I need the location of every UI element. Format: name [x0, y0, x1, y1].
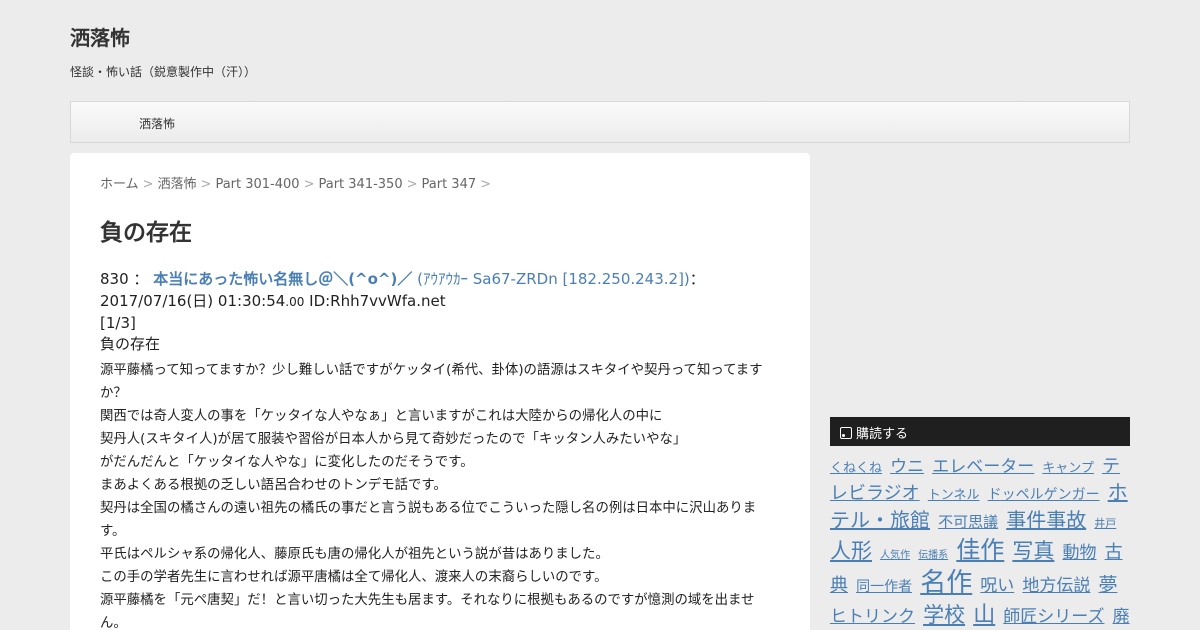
- tag-link[interactable]: 伝播系: [918, 550, 948, 561]
- tag-link[interactable]: 夢: [1098, 574, 1117, 596]
- tag-link[interactable]: ドッペルゲンガー: [988, 487, 1100, 503]
- tag-link[interactable]: 写真: [1012, 539, 1054, 563]
- breadcrumb: ホーム > 洒落怖 > Part 301-400 > Part 341-350 > Part 3…: [100, 173, 780, 193]
- tag-link[interactable]: 動物: [1062, 543, 1096, 563]
- post-subtitle: 負の存在: [100, 335, 161, 353]
- tag-link[interactable]: 佳作: [956, 536, 1004, 564]
- site-title[interactable]: 洒落怖: [70, 22, 130, 51]
- tag-link[interactable]: 名作: [920, 568, 972, 598]
- tag-link[interactable]: 不可思議: [938, 513, 998, 531]
- tag-link[interactable]: 井戸: [1094, 517, 1116, 530]
- tag-cloud: くねくね ウニ エレベーター キャンプ テレビラジオ トンネル ドッペルゲンガー…: [830, 455, 1130, 630]
- tag-link[interactable]: 地方伝説: [1022, 576, 1090, 596]
- poster-name-link[interactable]: 本当にあった怖い名無し＠＼(^o^)／: [153, 270, 412, 288]
- tag-link[interactable]: キャンプ: [1042, 461, 1094, 476]
- breadcrumb-separator: >: [480, 177, 492, 192]
- main-nav: 洒落怖: [70, 101, 1130, 143]
- tag-link[interactable]: 人形: [830, 539, 872, 563]
- tag-link[interactable]: 同一作者: [856, 579, 912, 595]
- tag-link[interactable]: 事件事故: [1006, 508, 1086, 532]
- post-part: [1/3]: [100, 314, 136, 332]
- subscribe-label: 購読する: [856, 427, 909, 442]
- post-line: 源平藤橘を「元ペ唐契」だ！と言い切った大先生も居ます。それなりに根拠もあるのです…: [100, 593, 755, 630]
- tag-link[interactable]: ヒトリンク: [830, 607, 915, 627]
- breadcrumb-category[interactable]: 洒落怖: [158, 177, 197, 192]
- post-line: 関西では奇人変人の事を「ケッタイな人やなぁ」と言いますがこれは大陸からの帰化人の…: [100, 409, 663, 424]
- post-line: 平氏はペルシャ系の帰化人、藤原氏も唐の帰化人が祖先という説が昔はありました。: [100, 547, 609, 562]
- nav-item-share[interactable]: 洒落怖: [139, 115, 175, 132]
- tag-link[interactable]: くねくね: [830, 461, 882, 476]
- post-meta: 830 ： 本当にあった怖い名無し＠＼(^o^)／ (ｱｳｱｳｶｰ Sa67-Z…: [100, 268, 780, 313]
- breadcrumb-separator: >: [142, 177, 154, 192]
- post-title: 負の存在: [100, 220, 192, 246]
- poster-id-link[interactable]: (ｱｳｱｳｶｰ Sa67-ZRDn [182.250.243.2]): [417, 270, 690, 288]
- post-line: がだんだんと「ケッタイな人やな」に変化したのだそうです。: [100, 455, 474, 470]
- breadcrumb-part-subrange[interactable]: Part 341-350: [318, 177, 402, 192]
- post-body: 源平藤橘って知ってますか？少し難しい話ですがケッタイ(希代、卦体)の語源はスキタ…: [100, 359, 780, 630]
- tag-link[interactable]: 呪い: [980, 576, 1014, 596]
- breadcrumb-home[interactable]: ホーム: [100, 177, 139, 192]
- breadcrumb-part-range[interactable]: Part 301-400: [215, 177, 299, 192]
- post-line: 契丹は全国の橘さんの遠い祖先の橘氏の事だと言う説もある位でこういった隠し名の例は…: [100, 501, 757, 539]
- tag-link[interactable]: 山: [973, 603, 995, 628]
- subscribe-header[interactable]: 購読する: [830, 417, 1130, 446]
- post-datetime-ms: .00: [285, 295, 305, 309]
- breadcrumb-separator: >: [200, 177, 212, 192]
- tag-link[interactable]: ウニ: [890, 457, 924, 477]
- site-description: 怪談・怖い話（鋭意製作中（汗））: [70, 65, 257, 79]
- post-number: 830 ：: [100, 270, 149, 288]
- tag-link[interactable]: エレベーター: [932, 457, 1034, 477]
- breadcrumb-part[interactable]: Part 347: [422, 177, 477, 192]
- post-datetime: 2017/07/16(日) 01:30:54: [100, 292, 286, 310]
- tag-link[interactable]: 人気作: [880, 550, 910, 561]
- rss-icon: [840, 427, 852, 439]
- post-line: 源平藤橘って知ってますか？少し難しい話ですがケッタイ(希代、卦体)の語源はスキタ…: [100, 363, 763, 401]
- meta-colon: ：: [689, 270, 705, 288]
- post-user-id: ID:Rhh7vvWfa.net: [304, 292, 446, 310]
- tag-link[interactable]: トンネル: [928, 488, 980, 503]
- post-line: まあよくある根拠の乏しい語呂合わせのトンデモ話です。: [100, 478, 447, 493]
- tag-link[interactable]: 学校: [923, 603, 965, 627]
- post-line: 契丹人(スキタイ人)が居て服装や習俗が日本人から見て奇妙だったので「キッタン人み…: [100, 432, 687, 447]
- breadcrumb-separator: >: [406, 177, 418, 192]
- main-content: ホーム > 洒落怖 > Part 301-400 > Part 341-350 > Part 3…: [70, 153, 810, 630]
- post-line: この手の学者先生に言わせれば源平唐橘は全て帰化人、渡来人の末裔らしいのです。: [100, 570, 608, 585]
- tag-link[interactable]: 師匠シリーズ: [1003, 607, 1104, 627]
- breadcrumb-separator: >: [303, 177, 315, 192]
